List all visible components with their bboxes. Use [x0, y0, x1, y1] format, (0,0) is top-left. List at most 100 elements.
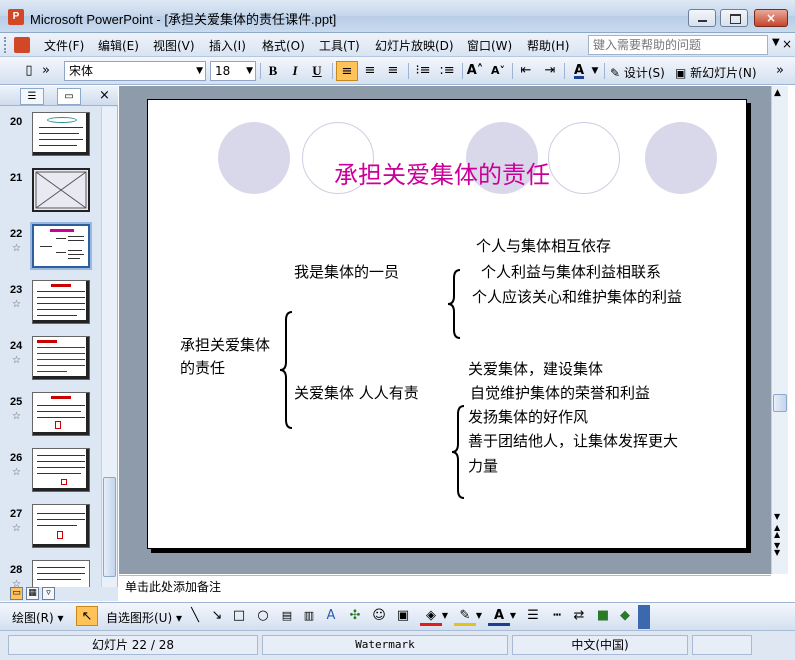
arrow-tool-icon[interactable]: ↘ [206, 606, 228, 626]
powerpoint-app-icon[interactable]: P [8, 9, 24, 25]
scrollbar-thumb[interactable] [773, 394, 787, 412]
chevron-down-icon[interactable]: ▼ [474, 606, 484, 626]
design-label: 设计(S) [623, 66, 665, 80]
font-size-value: 18 [215, 64, 231, 78]
help-dropdown-icon[interactable]: ▼ [772, 37, 780, 48]
select-pointer-icon[interactable]: ↖ [76, 606, 98, 626]
previous-slide-icon[interactable]: ▲ ▲ [774, 524, 780, 539]
line-tool-icon[interactable]: ╲ [184, 606, 206, 626]
numbered-list-icon[interactable]: ⁝≡ [412, 61, 434, 81]
menu-slideshow[interactable]: 幻灯片放映(D) [375, 37, 454, 54]
underline-button[interactable]: U [306, 61, 328, 81]
slide-thumbnail-24[interactable] [32, 336, 90, 380]
font-color-icon[interactable]: A [488, 606, 510, 626]
menu-edit[interactable]: 编辑(E) [98, 37, 139, 54]
clipart-icon[interactable]: ☺ [368, 606, 390, 626]
menu-format[interactable]: 格式(O) [262, 37, 305, 54]
3d-style-icon[interactable]: ◆ [614, 606, 636, 626]
toolbar-options-icon[interactable]: » [774, 61, 786, 81]
shadow-style-icon[interactable]: ■ [592, 606, 614, 626]
font-size-select[interactable]: 18 ▼ [210, 61, 256, 81]
scroll-up-icon[interactable]: ▲ [774, 88, 781, 98]
chevron-down-icon[interactable]: ▼ [590, 61, 600, 81]
align-right-button[interactable]: ≡ [382, 61, 404, 81]
design-button[interactable]: ✎ 设计(S) [610, 64, 665, 81]
slide-sorter-view-button[interactable]: ▦ [26, 587, 39, 600]
bold-button[interactable]: B [262, 61, 284, 81]
textbox-tool-icon[interactable]: ▤ [276, 606, 298, 626]
autoshapes-menu-button[interactable]: 自选图形(U) ▾ [106, 609, 182, 626]
tab-slides[interactable]: ▭ [57, 88, 81, 105]
slide-thumbnail-22[interactable] [30, 222, 92, 270]
font-color-icon[interactable]: A [568, 61, 590, 81]
align-center-button[interactable]: ≡ [359, 61, 381, 81]
menu-view[interactable]: 视图(V) [153, 37, 195, 54]
document-icon[interactable] [14, 37, 30, 53]
close-document-button[interactable]: × [782, 37, 792, 51]
slideshow-view-button[interactable]: ▿ [42, 587, 55, 600]
tab-outline[interactable]: ☰ [20, 88, 44, 105]
pane-tabs: ☰ ▭ × [0, 86, 118, 106]
new-slide-button[interactable]: ▣ 新幻灯片(N) [675, 64, 757, 81]
diagram-icon[interactable]: ✣ [344, 606, 366, 626]
toolbar-options-icon[interactable]: » [40, 61, 52, 81]
slides-pane-scrollbar[interactable] [101, 107, 117, 598]
normal-view-button[interactable]: ▭ [10, 587, 23, 600]
decrease-indent-icon[interactable]: ⇤ [515, 61, 537, 81]
slide-thumbnail-28[interactable] [32, 560, 90, 588]
notes-pane[interactable]: 单击此处添加备注 [119, 575, 771, 599]
current-slide[interactable]: 承担关爱集体的责任 承担关爱集体 的责任 我是集体的一员 个人与集体相互依存 个… [147, 99, 747, 549]
slide-thumbnail-25[interactable] [32, 392, 90, 436]
toolbar-separator [462, 63, 463, 79]
menu-window[interactable]: 窗口(W) [467, 37, 512, 54]
arrow-style-icon[interactable]: ⇄ [568, 606, 590, 626]
animation-star-icon: ☆ [12, 411, 21, 422]
insert-picture-icon[interactable]: ▣ [392, 606, 414, 626]
fill-color-icon[interactable]: ◈ [420, 606, 442, 626]
line-color-icon[interactable]: ✎ [454, 606, 476, 626]
next-slide-icon[interactable]: ▼ ▼ [774, 542, 780, 557]
chevron-down-icon: ▼ [196, 66, 203, 76]
chevron-down-icon[interactable]: ▼ [508, 606, 518, 626]
dash-style-icon[interactable]: ┅ [546, 606, 568, 626]
image-placeholder-icon [35, 171, 87, 209]
menu-insert[interactable]: 插入(I) [209, 37, 246, 54]
wordart-icon[interactable]: A [320, 606, 342, 626]
font-name-value: 宋体 [69, 64, 94, 78]
slide-scrollbar[interactable]: ▲ ▼ ▲ ▲ ▼ ▼ [771, 86, 788, 574]
vertical-textbox-icon[interactable]: ▥ [298, 606, 320, 626]
decrease-font-size-icon[interactable]: A˅ [487, 61, 509, 81]
oval-tool-icon[interactable]: ○ [252, 606, 274, 626]
increase-indent-icon[interactable]: ⇥ [539, 61, 561, 81]
font-name-select[interactable]: 宋体 ▼ [64, 61, 206, 81]
line-style-icon[interactable]: ☰ [522, 606, 544, 626]
formatting-toolbar: ▯ » 宋体 ▼ 18 ▼ B I U ≡ ≡ ≡ ⁝≡ :≡ A˄ A˅ ⇤ … [0, 57, 795, 85]
menu-file[interactable]: 文件(F) [44, 37, 84, 54]
scroll-down-icon[interactable]: ▼ [774, 512, 780, 521]
help-search-input[interactable]: 键入需要帮助的问题 [588, 35, 768, 55]
new-document-icon[interactable]: ▯ [18, 61, 40, 81]
menu-help[interactable]: 帮助(H) [527, 37, 569, 54]
slide-thumbnail-23[interactable] [32, 280, 90, 324]
draw-menu-button[interactable]: 绘图(R) ▾ [12, 609, 64, 626]
menu-tools[interactable]: 工具(T) [319, 37, 360, 54]
slide-thumbnail-27[interactable] [32, 504, 90, 548]
chevron-down-icon[interactable]: ▼ [440, 606, 450, 626]
slide-thumbnail-20[interactable] [32, 112, 90, 156]
maximize-button[interactable] [720, 9, 748, 27]
italic-button[interactable]: I [284, 61, 306, 81]
rectangle-tool-icon[interactable]: □ [228, 606, 250, 626]
align-left-button[interactable]: ≡ [336, 61, 358, 81]
increase-font-size-icon[interactable]: A˄ [464, 61, 486, 81]
bullet-list-icon[interactable]: :≡ [436, 61, 458, 81]
slide-number: 26 [10, 452, 23, 464]
minimize-button[interactable] [688, 9, 716, 27]
toolbar-end-handle[interactable] [638, 605, 650, 629]
slide-thumbnail-26[interactable] [32, 448, 90, 492]
close-pane-button[interactable]: × [99, 88, 110, 103]
scrollbar-thumb[interactable] [103, 477, 116, 577]
toolbar-grip[interactable] [4, 37, 7, 53]
animation-star-icon: ☆ [12, 243, 21, 254]
close-window-button[interactable]: × [754, 9, 788, 27]
slide-thumbnail-21[interactable] [32, 168, 90, 212]
